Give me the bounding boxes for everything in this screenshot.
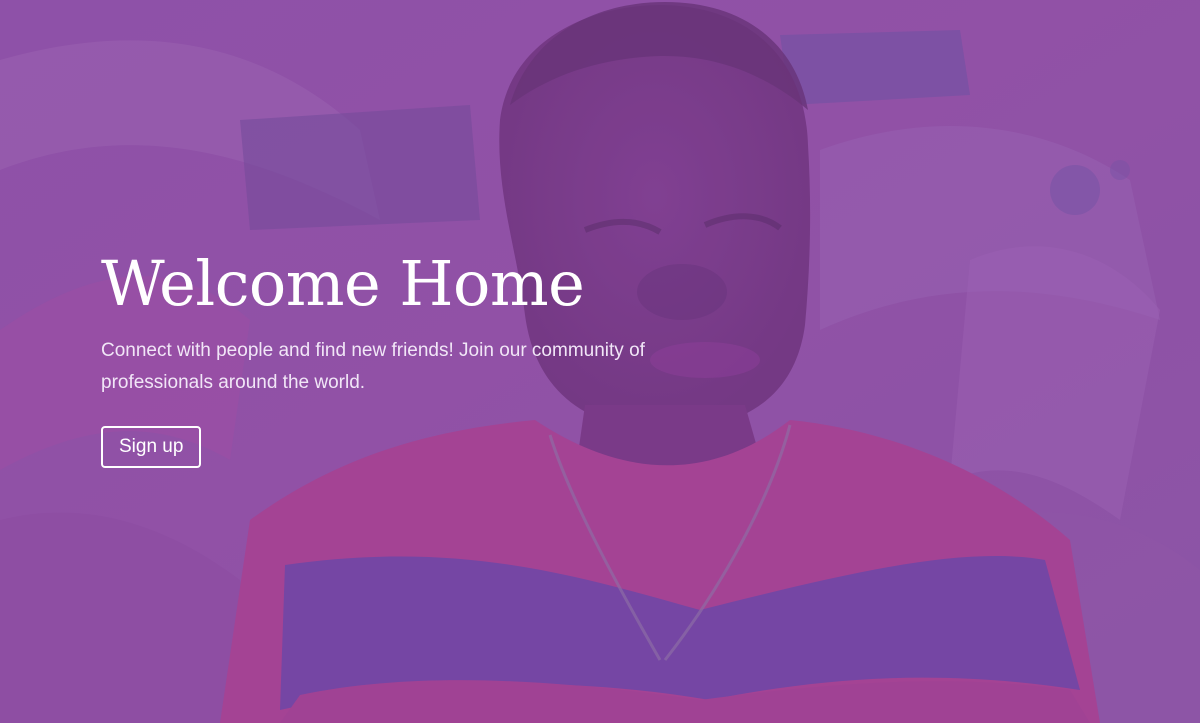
hero-section: Welcome Home Connect with people and fin… — [0, 0, 1200, 723]
hero-content: Welcome Home Connect with people and fin… — [101, 247, 721, 469]
hero-title: Welcome Home — [101, 247, 585, 320]
sign-up-button[interactable]: Sign up — [101, 426, 202, 469]
hero-description: Connect with people and find new friends… — [101, 340, 645, 394]
